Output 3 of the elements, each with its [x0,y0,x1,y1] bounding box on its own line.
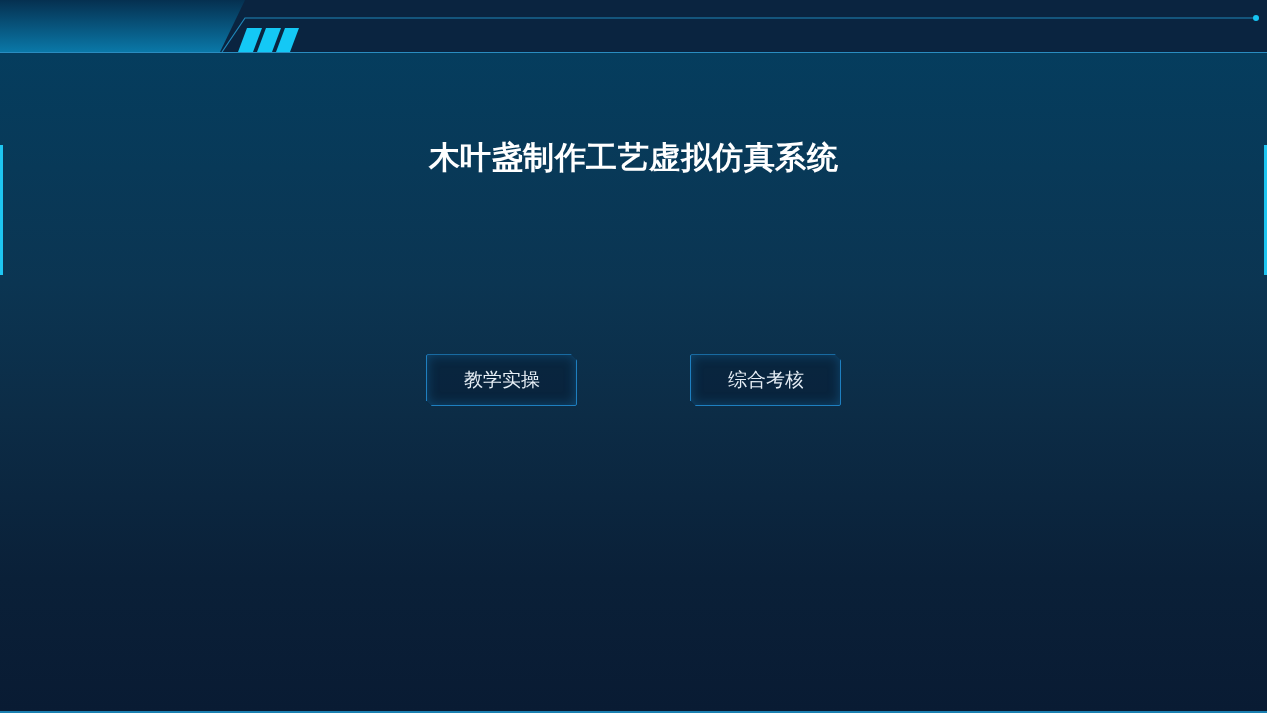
app-title: 木叶盏制作工艺虚拟仿真系统 [428,139,839,177]
menu-button[interactable]: 综合考核 [690,354,841,407]
menu-button[interactable]: 教学实操 [426,354,577,407]
